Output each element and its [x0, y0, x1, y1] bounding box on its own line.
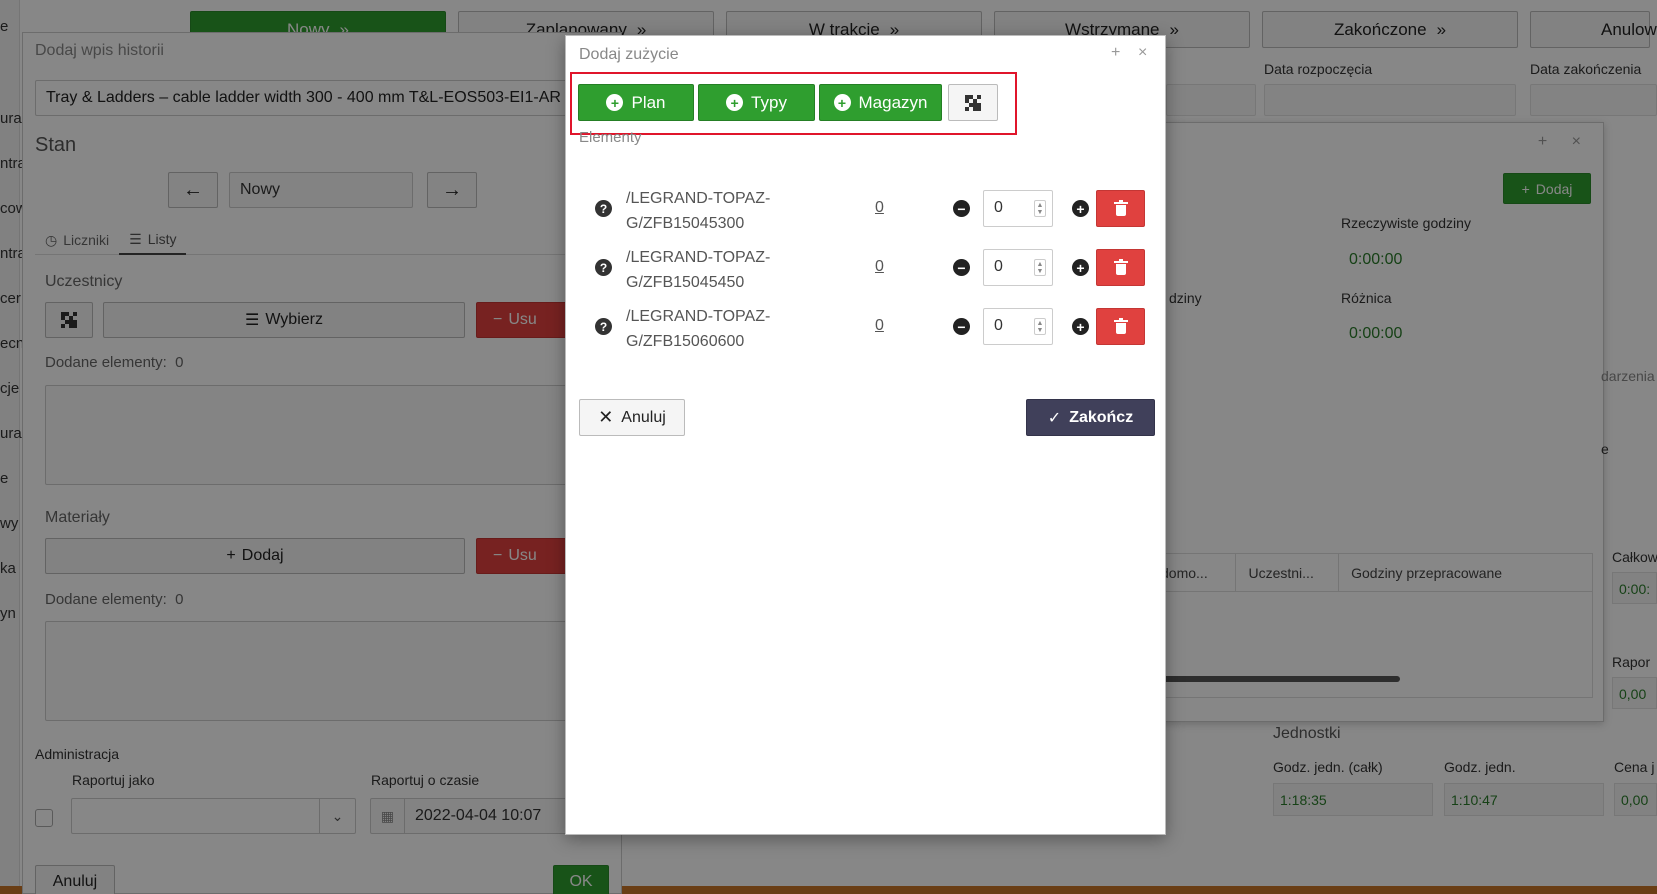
cancel-button[interactable]: ✕ Anuluj	[579, 399, 685, 436]
close-icon[interactable]: ×	[1138, 44, 1147, 62]
element-name: /LEGRAND-TOPAZ- G/ZFB15045300	[626, 186, 846, 236]
quantity-value: 0	[994, 258, 1003, 275]
quantity-input[interactable]: 0 ▲ ▼	[983, 308, 1053, 345]
trash-icon	[1113, 317, 1128, 334]
quantity-value: 0	[994, 317, 1003, 334]
element-quantity-link[interactable]: 0	[875, 199, 884, 217]
question-icon[interactable]: ?	[595, 200, 612, 217]
element-name-line: G/ZFB15045450	[626, 274, 745, 291]
element-name-line: /LEGRAND-TOPAZ-	[626, 190, 771, 207]
spinner-icon[interactable]: ▲ ▼	[1034, 200, 1046, 217]
add-from-plan-button[interactable]: + Plan	[578, 84, 694, 121]
trash-icon	[1113, 199, 1128, 216]
quantity-value: 0	[994, 199, 1003, 216]
check-icon: ✓	[1047, 409, 1062, 427]
spinner-icon[interactable]: ▲ ▼	[1034, 318, 1046, 335]
plus-circle-icon[interactable]: +	[1072, 259, 1089, 276]
plus-circle-icon[interactable]: +	[1072, 318, 1089, 335]
types-label: Typy	[751, 92, 787, 112]
finish-label: Zakończ	[1069, 408, 1134, 426]
trash-icon	[1113, 258, 1128, 275]
spinner-icon[interactable]: ▲ ▼	[1034, 259, 1046, 276]
minus-circle-icon[interactable]: −	[953, 318, 970, 335]
consumption-row: ? /LEGRAND-TOPAZ- G/ZFB15045300 0 − 0 ▲ ▼ +	[579, 182, 1157, 238]
maximize-icon[interactable]: +	[1111, 44, 1120, 62]
element-quantity-link[interactable]: 0	[875, 258, 884, 276]
warehouse-label: Magazyn	[858, 92, 928, 112]
element-name-line: /LEGRAND-TOPAZ-	[626, 249, 771, 266]
scan-qr-button[interactable]	[948, 84, 998, 121]
x-icon: ✕	[598, 407, 614, 427]
delete-row-button[interactable]	[1096, 249, 1145, 286]
question-icon[interactable]: ?	[595, 259, 612, 276]
consumption-row: ? /LEGRAND-TOPAZ- G/ZFB15045450 0 − 0 ▲ ▼ +	[579, 241, 1157, 297]
plus-circle-icon: +	[606, 94, 624, 111]
delete-row-button[interactable]	[1096, 190, 1145, 227]
add-from-warehouse-button[interactable]: + Magazyn	[819, 84, 942, 121]
element-name: /LEGRAND-TOPAZ- G/ZFB15045450	[626, 245, 846, 295]
dialog-title: Dodaj zużycie	[579, 46, 679, 63]
delete-row-button[interactable]	[1096, 308, 1145, 345]
plus-circle-icon: +	[726, 94, 744, 111]
minus-circle-icon[interactable]: −	[953, 200, 970, 217]
element-name-line: G/ZFB15045300	[626, 215, 745, 232]
add-from-types-button[interactable]: + Typy	[698, 84, 815, 121]
cancel-label: Anuluj	[621, 408, 666, 426]
elements-label: Elementy	[579, 129, 642, 146]
quantity-input[interactable]: 0 ▲ ▼	[983, 190, 1053, 227]
plus-circle-icon[interactable]: +	[1072, 200, 1089, 217]
element-name-line: /LEGRAND-TOPAZ-	[626, 308, 771, 325]
finish-button[interactable]: ✓ Zakończ	[1026, 399, 1155, 436]
element-quantity-link[interactable]: 0	[875, 317, 884, 335]
add-consumption-dialog: Dodaj zużycie + × + Plan + Typy + Magazyn E…	[565, 35, 1166, 835]
element-name-line: G/ZFB15060600	[626, 333, 745, 350]
plus-circle-icon: +	[833, 94, 851, 111]
consumption-row: ? /LEGRAND-TOPAZ- G/ZFB15060600 0 − 0 ▲ ▼ +	[579, 300, 1157, 356]
question-icon[interactable]: ?	[595, 318, 612, 335]
plan-label: Plan	[631, 92, 666, 112]
element-name: /LEGRAND-TOPAZ- G/ZFB15060600	[626, 304, 846, 354]
qr-code-icon	[965, 94, 981, 111]
quantity-input[interactable]: 0 ▲ ▼	[983, 249, 1053, 286]
minus-circle-icon[interactable]: −	[953, 259, 970, 276]
